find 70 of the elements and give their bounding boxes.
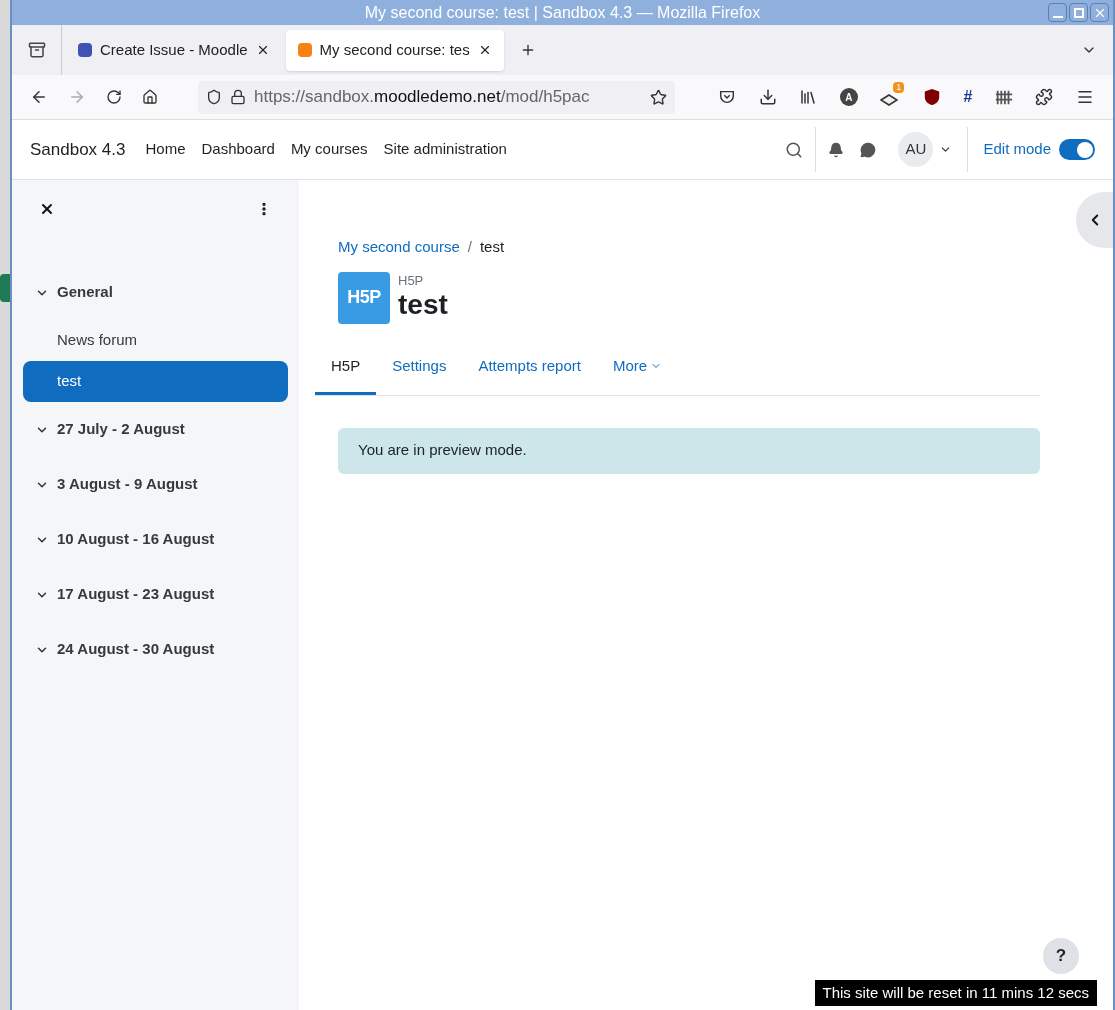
breadcrumb-current: test bbox=[479, 237, 505, 257]
library-icon[interactable] bbox=[799, 88, 818, 106]
tab-manager-icon[interactable] bbox=[27, 41, 46, 59]
activity-link[interactable]: News forum bbox=[23, 320, 288, 361]
breadcrumb-link[interactable]: My second course bbox=[338, 236, 460, 259]
close-button[interactable] bbox=[1090, 3, 1109, 22]
download-icon[interactable] bbox=[758, 88, 777, 106]
puzzle-icon[interactable] bbox=[1035, 88, 1054, 106]
preview-alert: You are in preview mode. bbox=[338, 427, 1040, 474]
edit-mode-switch[interactable] bbox=[1059, 139, 1095, 160]
extension-icon[interactable]: A bbox=[839, 88, 858, 106]
fence-icon[interactable] bbox=[994, 88, 1013, 106]
close-drawer-icon[interactable] bbox=[39, 201, 55, 217]
edit-mode-label: Edit mode bbox=[983, 139, 1051, 160]
section-header[interactable]: 17 August - 23 August bbox=[23, 567, 288, 622]
url-text: https://sandbox.moodledemo.net/mod/h5pac bbox=[254, 86, 591, 109]
messages-icon[interactable] bbox=[860, 141, 877, 158]
section-header[interactable]: 27 July - 2 August bbox=[23, 402, 288, 457]
activity-link[interactable]: test bbox=[23, 361, 288, 402]
secondary-nav-tab[interactable]: Settings bbox=[376, 340, 463, 395]
home-icon[interactable] bbox=[142, 89, 158, 105]
user-avatar[interactable]: AU bbox=[898, 132, 934, 167]
lock-icon bbox=[230, 89, 246, 105]
nav-link[interactable]: Home bbox=[145, 138, 186, 161]
menu-icon[interactable] bbox=[1075, 88, 1094, 106]
tab-title: My second course: tes bbox=[319, 39, 470, 60]
shield-icon bbox=[206, 89, 222, 105]
nav-link[interactable]: Dashboard bbox=[201, 138, 275, 161]
activity-type: H5P bbox=[398, 273, 425, 288]
back-icon[interactable] bbox=[30, 88, 48, 106]
site-name[interactable]: Sandbox 4.3 bbox=[30, 136, 126, 163]
browser-tab[interactable]: Create Issue - Moodle bbox=[66, 29, 282, 71]
extension-icon[interactable]: # bbox=[963, 89, 973, 105]
pocket-icon[interactable] bbox=[718, 88, 737, 106]
section-header[interactable]: 24 August - 30 August bbox=[23, 622, 288, 677]
moodle-logo-icon bbox=[297, 43, 312, 57]
h5p-logo: H5P bbox=[338, 271, 390, 324]
section-title: General bbox=[57, 282, 113, 303]
reload-icon[interactable] bbox=[106, 89, 122, 105]
count-badge: 1 bbox=[893, 82, 905, 93]
breadcrumb-separator: / bbox=[467, 237, 472, 257]
browser-tab[interactable]: My second course: tes bbox=[285, 29, 504, 71]
page-title: test bbox=[398, 287, 448, 322]
secondary-nav-tab[interactable]: H5P bbox=[315, 340, 377, 395]
secondary-nav-tab[interactable]: More bbox=[596, 340, 679, 395]
search-icon[interactable] bbox=[785, 140, 804, 159]
minimize-button[interactable] bbox=[1048, 3, 1067, 22]
section-header[interactable]: 10 August - 16 August bbox=[23, 512, 288, 567]
nav-link[interactable]: My courses bbox=[290, 138, 368, 161]
shield-icon[interactable] bbox=[922, 88, 941, 106]
section-header[interactable]: 3 August - 9 August bbox=[23, 457, 288, 512]
section-title: 10 August - 16 August bbox=[57, 529, 215, 550]
window-title: My second course: test | Sandbox 4.3 — Mozilla Firefox bbox=[363, 2, 762, 23]
section-title: 3 August - 9 August bbox=[57, 474, 198, 495]
help-button[interactable]: ? bbox=[1043, 938, 1079, 974]
nav-link[interactable]: Site administration bbox=[383, 138, 507, 161]
address-bar[interactable]: https://sandbox.moodledemo.net/mod/h5pac bbox=[198, 80, 675, 114]
section-title: 27 July - 2 August bbox=[57, 419, 185, 440]
maximize-button[interactable] bbox=[1069, 3, 1088, 22]
section-title: 17 August - 23 August bbox=[57, 584, 215, 605]
desktop-item bbox=[0, 274, 10, 302]
bookmark-star-icon[interactable] bbox=[650, 88, 667, 106]
notifications-icon[interactable] bbox=[828, 141, 845, 158]
extension-icon[interactable] bbox=[880, 94, 899, 106]
section-title: 24 August - 30 August bbox=[57, 639, 215, 660]
section-header[interactable]: General bbox=[23, 265, 288, 320]
moodle-logo-icon bbox=[78, 43, 92, 57]
secondary-nav-tab[interactable]: Attempts report bbox=[462, 340, 597, 395]
tab-title: Create Issue - Moodle bbox=[100, 39, 248, 60]
reset-notice: This site will be reset in 11 mins 12 secs bbox=[814, 979, 1097, 1006]
